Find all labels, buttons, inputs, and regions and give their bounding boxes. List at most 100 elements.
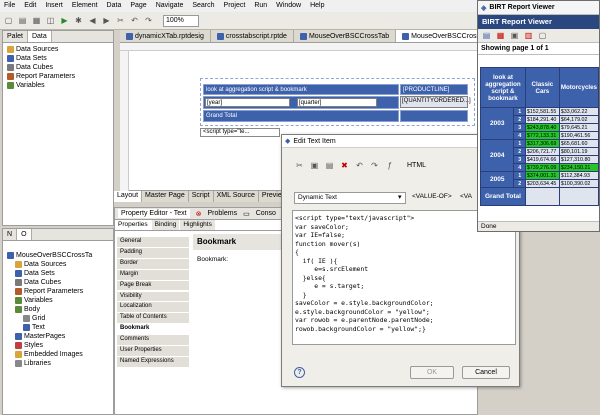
outline-item[interactable]: Styles [7,341,109,350]
menu-run[interactable]: Run [254,2,267,10]
tree-item[interactable]: Data Sources [7,45,109,54]
crosstab-grand-total[interactable]: Grand Total [203,110,399,122]
text-item-script[interactable]: <script type="te... [200,128,280,137]
tab-navigator[interactable]: N [3,229,18,240]
value-cell[interactable]: $79,645.21 [558,123,600,132]
value-cell[interactable]: $419,674.66 [524,155,560,164]
print-icon[interactable]: ▦ [31,15,42,26]
outline-item[interactable]: Grid [7,314,109,323]
forward-icon[interactable]: ▶ [101,15,112,26]
editor-tab[interactable]: MouseOverBSCCrossTab [294,30,397,42]
menu-navigate[interactable]: Navigate [156,2,184,10]
editor-mode-tab[interactable]: Script [189,191,214,202]
value-cell[interactable]: $739,276.09 [524,163,560,172]
value-cell[interactable]: $374,001.31 [524,171,560,180]
undo-icon[interactable]: ↶ [354,160,365,171]
menu-data[interactable]: Data [107,2,122,10]
outline-item[interactable]: MouseOverBSCCrossTa [7,251,109,260]
tree-item[interactable]: Data Sets [7,54,109,63]
value-cell[interactable]: $33,062.22 [558,107,600,116]
back-icon[interactable]: ◀ [87,15,98,26]
cancel-button[interactable]: Cancel [462,366,510,379]
menu-element[interactable]: Element [72,2,98,10]
value-cell[interactable]: $234,150.21 [558,163,600,172]
tab-property-editor[interactable]: Property Editor - Text [118,209,190,218]
property-category[interactable]: Named Expressions [117,356,189,368]
function-icon[interactable]: ƒ [384,160,395,171]
value-cell[interactable]: $190,461.56 [558,131,600,140]
outline-item[interactable]: Report Parameters [7,287,109,296]
text-type-select[interactable]: Dynamic Text [294,192,406,204]
value-tag-truncated[interactable]: <VA [460,193,472,200]
redo-icon[interactable]: ↷ [143,15,154,26]
crosstab-row-field-quarter[interactable]: [quarter] [297,98,377,107]
value-cell[interactable]: $184,291.40 [524,115,560,124]
property-category[interactable]: Border [117,258,189,270]
value-cell[interactable]: $65,681.60 [558,139,600,148]
ok-button[interactable]: OK [410,366,454,379]
new-icon[interactable]: ▢ [3,15,14,26]
undo-icon[interactable]: ↶ [129,15,140,26]
preview-icon[interactable]: ▢ [537,30,548,41]
menu-file[interactable]: File [4,2,15,10]
redo-icon[interactable]: ↷ [369,160,380,171]
open-icon[interactable]: ◫ [45,15,56,26]
copy-icon[interactable]: ▣ [309,160,320,171]
outline-item[interactable]: Embedded Images [7,350,109,359]
delete-icon[interactable]: ✖ [339,160,350,171]
outline-item[interactable]: Data Sets [7,269,109,278]
value-cell[interactable]: $317,306.69 [524,139,560,148]
tab-data[interactable]: Data [27,31,52,42]
menu-page[interactable]: Page [130,2,146,10]
chevron-down-icon[interactable]: ▾ [398,193,402,201]
paste-icon[interactable]: ▤ [324,160,335,171]
value-cell[interactable]: $203,634.45 [524,179,560,188]
debug-icon[interactable]: ✱ [73,15,84,26]
tree-item[interactable]: Report Parameters [7,72,109,81]
menu-help[interactable]: Help [310,2,324,10]
export-icon[interactable]: ▦ [495,30,506,41]
editor-mode-tab[interactable]: Master Page [142,191,189,202]
property-category[interactable]: Page Break [117,280,189,292]
tree-item[interactable]: Data Cubes [7,63,109,72]
value-cell[interactable]: $100,390.02 [558,179,600,188]
cut-icon[interactable]: ✂ [115,15,126,26]
value-cell[interactable]: $127,310.80 [558,155,600,164]
subtab-highlights[interactable]: Highlights [180,220,215,230]
outline-item[interactable]: Body [7,305,109,314]
report-row[interactable]: 2004 1 $317,306.69 $65,681.60 [479,139,600,172]
property-category[interactable]: Localization [117,302,189,314]
property-category[interactable]: Visibility [117,291,189,303]
outline-item[interactable]: MasterPages [7,332,109,341]
value-cell[interactable]: $772,133.31 [524,131,560,140]
property-category[interactable]: Margin [117,269,189,281]
print-icon[interactable]: ▣ [509,30,520,41]
editor-mode-tab[interactable]: XML Source [214,191,259,202]
tree-item[interactable]: Variables [7,81,109,90]
toc-icon[interactable]: ▤ [481,30,492,41]
help-button[interactable]: ? [294,367,305,378]
outline-item[interactable]: Variables [7,296,109,305]
outline-item[interactable]: Data Cubes [7,278,109,287]
property-category[interactable]: User Properties [117,346,189,357]
outline-item[interactable]: Libraries [7,359,109,368]
editor-tab[interactable]: dynamicXTab.rptdesig [120,30,211,42]
outline-item[interactable]: Data Sources [7,260,109,269]
report-row[interactable]: 2005 1 $374,001.31 $112,384.93 [479,171,600,188]
tab-palette[interactable]: Palet [3,31,28,42]
run-icon[interactable]: ▶ [59,15,70,26]
menu-search[interactable]: Search [192,2,214,10]
cut-icon[interactable]: ✂ [294,160,305,171]
property-category[interactable]: Table of Contents [117,313,189,325]
value-cell[interactable]: $152,581.55 [524,107,560,116]
save-icon[interactable]: ▤ [17,15,28,26]
outline-item[interactable]: Text [7,323,109,332]
property-category[interactable]: General [117,237,189,248]
editor-tab[interactable]: crosstabscript.rptde [211,30,294,42]
subtab-properties[interactable]: Properties [115,220,151,230]
menu-edit[interactable]: Edit [24,2,36,10]
subtab-binding[interactable]: Binding [151,220,180,230]
editor-mode-tab[interactable]: Layout [114,191,143,202]
value-cell[interactable]: $112,384.93 [558,171,600,180]
property-category[interactable]: Padding [117,247,189,259]
